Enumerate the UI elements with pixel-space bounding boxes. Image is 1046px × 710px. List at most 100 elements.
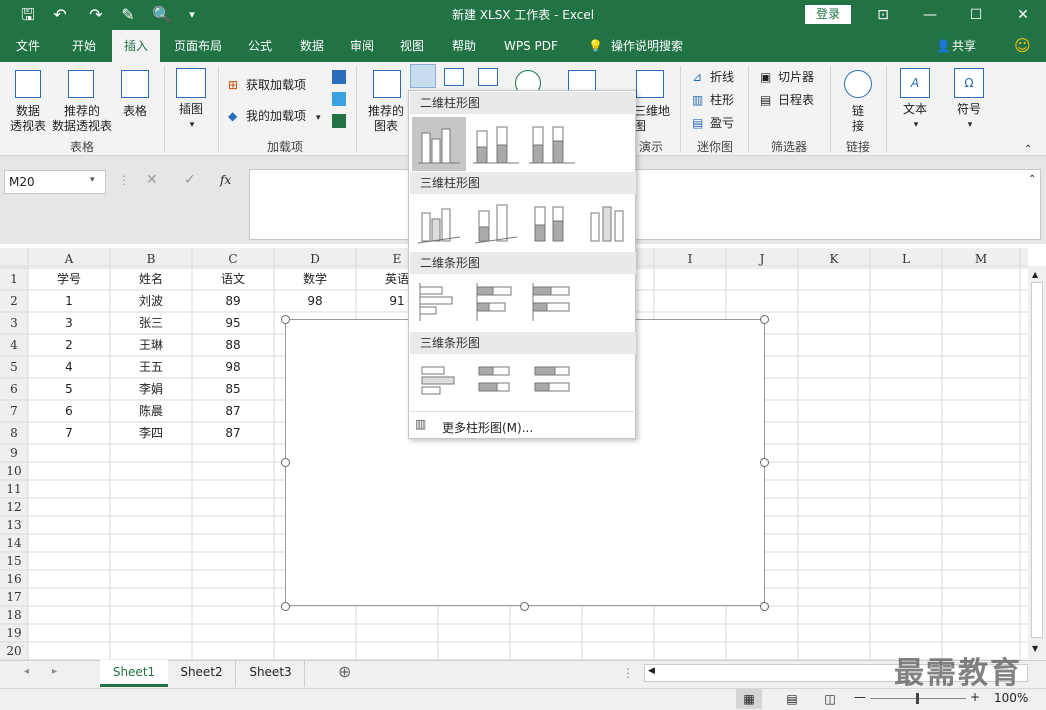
3d-clustered-bar-option[interactable] [412,357,466,411]
tab-home[interactable]: 开始 [64,30,104,62]
cell[interactable]: 学号 [28,268,110,290]
visio-icon[interactable] [332,70,346,84]
recommended-pivot-button[interactable]: 推荐的 数据透视表 [50,104,114,134]
cell[interactable]: 98 [192,356,274,378]
row-header[interactable]: 15 [0,552,28,570]
zoom-out-button[interactable]: — [854,690,866,704]
tab-data[interactable]: 数据 [292,30,332,62]
column-chart-button[interactable] [410,64,436,88]
column-header[interactable]: M [942,250,1020,268]
row-header[interactable]: 13 [0,516,28,534]
sparkline-column-button[interactable]: 柱形 [710,93,734,108]
column-header[interactable]: I [654,250,726,268]
cell[interactable]: 王琳 [110,334,192,356]
resize-handle[interactable] [281,458,290,467]
row-header[interactable]: 10 [0,462,28,480]
3d-clustered-column-option[interactable] [412,197,466,251]
sheet-tab[interactable]: Sheet2 [168,660,236,687]
cell[interactable]: 李娟 [110,378,192,400]
formula-input[interactable] [249,169,1041,240]
resize-handle[interactable] [281,602,290,611]
tab-formulas[interactable]: 公式 [240,30,280,62]
cell[interactable]: 7 [28,422,110,444]
share-button[interactable]: 共享 [944,30,984,62]
vertical-scrollbar[interactable]: ▲ ▼ [1028,266,1046,660]
stacked-bar-option[interactable] [469,277,523,331]
cell[interactable]: 5 [28,378,110,400]
cell[interactable]: 2 [28,334,110,356]
row-header[interactable]: 19 [0,624,28,642]
cell[interactable]: 刘波 [110,290,192,312]
get-addins-button[interactable]: 获取加载项 [246,78,306,93]
illustrations-button[interactable]: 插图 [172,102,210,117]
sparkline-winloss-button[interactable]: 盈亏 [710,116,734,131]
cell[interactable]: 4 [28,356,110,378]
scroll-up-icon[interactable]: ▲ [1032,270,1038,279]
tab-wps-pdf[interactable]: WPS PDF [496,30,566,62]
row-header[interactable]: 5 [0,356,28,378]
prev-sheet-icon[interactable]: ◂ [24,666,29,677]
column-header[interactable]: K [798,250,870,268]
column-header[interactable]: D [274,250,356,268]
maximize-button[interactable]: ☐ [953,2,999,28]
slicer-button[interactable]: 切片器 [778,70,814,85]
3d-100pct-stacked-bar-option[interactable] [525,357,579,411]
row-header[interactable]: 8 [0,422,28,444]
people-graph-icon[interactable] [332,114,346,128]
cell[interactable]: 数学 [274,268,356,290]
symbol-button[interactable]: 符号 [952,102,986,117]
row-header[interactable]: 4 [0,334,28,356]
chevron-down-icon[interactable]: ▾ [316,111,321,126]
more-column-charts-link[interactable]: 更多柱形图(M)... [442,419,533,436]
cell[interactable]: 88 [192,334,274,356]
page-break-view-icon[interactable]: ◫ [820,689,840,709]
100pct-stacked-column-option[interactable] [525,117,579,171]
table-button[interactable]: 表格 [116,104,154,119]
cell[interactable]: 1 [28,290,110,312]
column-header[interactable]: C [192,250,274,268]
row-header[interactable]: 7 [0,400,28,422]
100pct-stacked-bar-option[interactable] [525,277,579,331]
3d-stacked-bar-option[interactable] [469,357,523,411]
row-header[interactable]: 2 [0,290,28,312]
3d-stacked-column-option[interactable] [469,197,523,251]
row-header[interactable]: 6 [0,378,28,400]
sheet-tab[interactable]: Sheet3 [237,660,305,687]
cell[interactable]: 6 [28,400,110,422]
column-header[interactable]: L [870,250,942,268]
column-header[interactable]: B [110,250,192,268]
cell[interactable]: 张三 [110,312,192,334]
column-header[interactable]: A [28,250,110,268]
page-layout-view-icon[interactable]: ▤ [782,689,802,709]
row-header[interactable]: 12 [0,498,28,516]
tab-review[interactable]: 审阅 [342,30,382,62]
row-header[interactable]: 11 [0,480,28,498]
chevron-down-icon[interactable]: ▾ [90,175,95,185]
zoom-thumb[interactable] [916,693,919,704]
stacked-column-option[interactable] [469,117,523,171]
row-header[interactable]: 1 [0,268,28,290]
cancel-icon[interactable]: ✕ [146,172,158,188]
resize-handle[interactable] [520,602,529,611]
hierarchy-chart-icon[interactable] [444,68,464,86]
cell[interactable]: 语文 [192,268,274,290]
tab-help[interactable]: 帮助 [444,30,484,62]
scroll-down-icon[interactable]: ▼ [1032,644,1038,653]
cell[interactable]: 87 [192,400,274,422]
tab-page-layout[interactable]: 页面布局 [166,30,230,62]
minimize-button[interactable]: — [907,2,953,28]
close-button[interactable]: ✕ [1000,2,1046,28]
tab-view[interactable]: 视图 [392,30,432,62]
waterfall-chart-icon[interactable] [478,68,498,86]
next-sheet-icon[interactable]: ▸ [52,666,57,677]
row-header[interactable]: 16 [0,570,28,588]
cell[interactable]: 85 [192,378,274,400]
column-header[interactable]: J [726,250,798,268]
enter-icon[interactable]: ✓ [184,172,196,188]
tell-me-search[interactable]: 操作说明搜索 [603,30,691,62]
row-header[interactable]: 20 [0,642,28,660]
cell[interactable]: 89 [192,290,274,312]
resize-handle[interactable] [760,458,769,467]
link-button[interactable]: 链 接 [848,104,868,134]
sparkline-line-button[interactable]: 折线 [710,70,734,85]
